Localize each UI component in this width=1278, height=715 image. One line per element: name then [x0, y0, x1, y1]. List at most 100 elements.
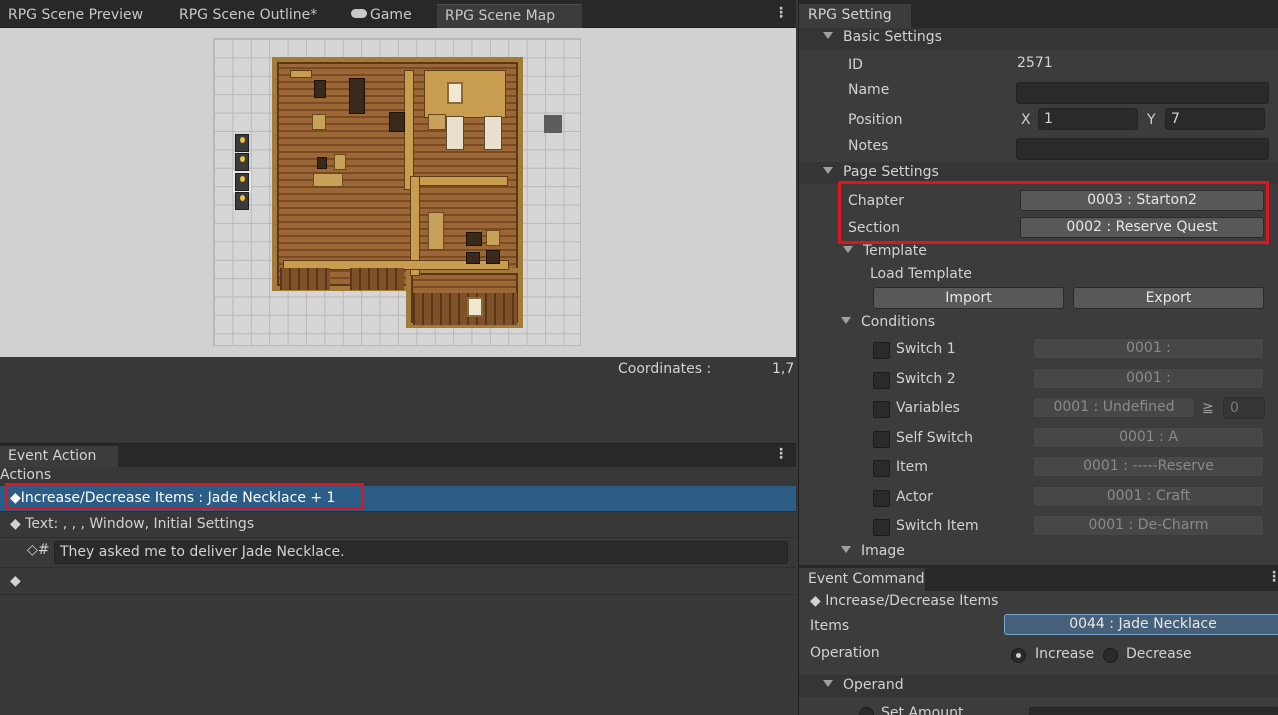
operation-label: Operation — [810, 645, 880, 661]
tab-rpg-scene-preview[interactable]: RPG Scene Preview — [0, 4, 151, 28]
map-bed — [484, 116, 502, 150]
map-pot — [466, 252, 480, 264]
map-floor-panel — [350, 268, 404, 290]
variables-dropdown[interactable]: 0001 : Undefined — [1033, 397, 1195, 418]
position-label: Position — [848, 112, 903, 128]
map-pot — [466, 232, 482, 246]
self-switch-dropdown[interactable]: 0001 : A — [1033, 427, 1264, 448]
id-value: 2571 — [1017, 55, 1053, 71]
map-wall — [290, 70, 312, 78]
increase-radio[interactable] — [1011, 648, 1026, 663]
event-command-title: ◆ Increase/Decrease Items — [810, 593, 999, 609]
gamepad-icon — [351, 9, 367, 18]
event-command-menu-kebab-icon[interactable]: ⋮ — [1267, 569, 1278, 585]
switch2-dropdown[interactable]: 0001 : — [1033, 368, 1264, 389]
event-action-tab-bar: Event Action ⋮ — [0, 443, 796, 468]
decrease-label: Decrease — [1126, 646, 1192, 662]
variables-checkbox[interactable] — [873, 401, 890, 418]
page-settings-label: Page Settings — [843, 164, 939, 180]
map-table — [313, 173, 343, 187]
self-switch-label: Self Switch — [896, 430, 974, 446]
notes-field[interactable] — [1016, 138, 1269, 160]
export-button[interactable]: Export — [1073, 287, 1264, 309]
event-command-tab-bar: Event Command ⋮ — [798, 565, 1278, 591]
text-body-marker: ◇# — [27, 542, 50, 558]
tab-rpg-setting[interactable]: RPG Setting — [799, 4, 911, 28]
scene-map-view[interactable] — [0, 28, 796, 357]
switch-item-checkbox[interactable] — [873, 519, 890, 536]
map-bed — [446, 116, 464, 150]
map-wall — [424, 70, 506, 118]
actor-checkbox[interactable] — [873, 490, 890, 507]
switch2-label: Switch 2 — [896, 371, 956, 387]
page-settings-highlight — [838, 181, 1269, 244]
switch1-label: Switch 1 — [896, 341, 956, 357]
operand-header[interactable]: Operand — [799, 675, 1278, 697]
event-marker-lamp-selected[interactable] — [233, 171, 251, 193]
scene-menu-kebab-icon[interactable]: ⋮ — [774, 5, 788, 21]
map-window — [447, 82, 463, 104]
set-amount-radio[interactable] — [859, 707, 874, 715]
basic-settings-header[interactable]: Basic Settings — [799, 28, 1278, 50]
foldout-arrow-icon — [843, 246, 853, 253]
foldout-arrow-icon — [823, 167, 833, 174]
items-label: Items — [810, 618, 850, 634]
self-switch-checkbox[interactable] — [873, 431, 890, 448]
tab-game[interactable]: Game — [343, 4, 420, 28]
tab-event-action[interactable]: Event Action — [0, 446, 118, 468]
tab-rpg-scene-map[interactable]: RPG Scene Map — [437, 4, 582, 28]
conditions-foldout[interactable]: Conditions — [841, 314, 935, 330]
item-label: Item — [896, 459, 928, 475]
map-floor-panel — [280, 268, 330, 290]
set-amount-field[interactable] — [1029, 707, 1278, 715]
event-action-menu-kebab-icon[interactable]: ⋮ — [774, 446, 788, 462]
map-pot — [486, 250, 500, 264]
map-barrel — [389, 112, 405, 132]
position-x-field[interactable]: 1 — [1038, 108, 1138, 130]
action-row-empty[interactable]: ◆ — [0, 569, 796, 595]
switch2-checkbox[interactable] — [873, 372, 890, 389]
switch1-dropdown[interactable]: 0001 : — [1033, 338, 1264, 359]
action-text-value[interactable]: They asked me to deliver Jade Necklace. — [54, 541, 788, 564]
template-foldout[interactable]: Template — [843, 243, 927, 259]
coordinates-bar: Coordinates : 1,7 — [0, 357, 796, 441]
item-checkbox[interactable] — [873, 460, 890, 477]
position-y-field[interactable]: 7 — [1165, 108, 1265, 130]
variables-label: Variables — [896, 400, 960, 416]
switch1-checkbox[interactable] — [873, 342, 890, 359]
tab-event-command[interactable]: Event Command — [799, 568, 925, 591]
map-cabinet — [428, 212, 444, 250]
event-marker-lamp[interactable] — [235, 192, 249, 210]
decrease-radio[interactable] — [1103, 648, 1118, 663]
map-shelf — [428, 114, 446, 130]
image-foldout[interactable]: Image — [841, 543, 905, 559]
variables-amount-field[interactable]: 0 — [1223, 397, 1265, 419]
coordinates-value: 1,7 — [772, 361, 795, 377]
action-row-highlight — [5, 483, 364, 510]
map-chair — [314, 80, 326, 98]
image-label: Image — [861, 543, 905, 559]
name-field[interactable] — [1016, 82, 1269, 104]
switch-item-dropdown[interactable]: 0001 : De-Charm — [1033, 515, 1264, 536]
name-label: Name — [848, 82, 890, 98]
event-marker-lamp[interactable] — [235, 134, 249, 152]
event-command-panel: ◆ Increase/Decrease Items Items 0044 : J… — [798, 591, 1278, 715]
map-block-tile — [544, 115, 562, 133]
import-button[interactable]: Import — [873, 287, 1064, 309]
action-row-text[interactable]: ◆ Text: , , , Window, Initial Settings — [0, 512, 796, 538]
event-marker-lamp[interactable] — [235, 153, 249, 171]
foldout-arrow-icon — [841, 317, 851, 324]
variables-operator: ≧ — [1202, 400, 1214, 416]
map-door-window — [467, 297, 483, 317]
actor-label: Actor — [896, 489, 933, 505]
tab-rpg-scene-outline[interactable]: RPG Scene Outline* — [171, 4, 325, 28]
items-dropdown[interactable]: 0044 : Jade Necklace — [1004, 614, 1278, 635]
map-stove — [349, 78, 365, 114]
map-floor-panel — [413, 293, 517, 325]
rpg-setting-tab-bar: RPG Setting — [798, 0, 1278, 28]
actor-dropdown[interactable]: 0001 : Craft — [1033, 486, 1264, 507]
switch-item-label: Switch Item — [896, 518, 979, 534]
notes-label: Notes — [848, 138, 889, 154]
position-y-label: Y — [1147, 112, 1156, 128]
item-dropdown[interactable]: 0001 : -----Reserve — [1033, 456, 1264, 477]
